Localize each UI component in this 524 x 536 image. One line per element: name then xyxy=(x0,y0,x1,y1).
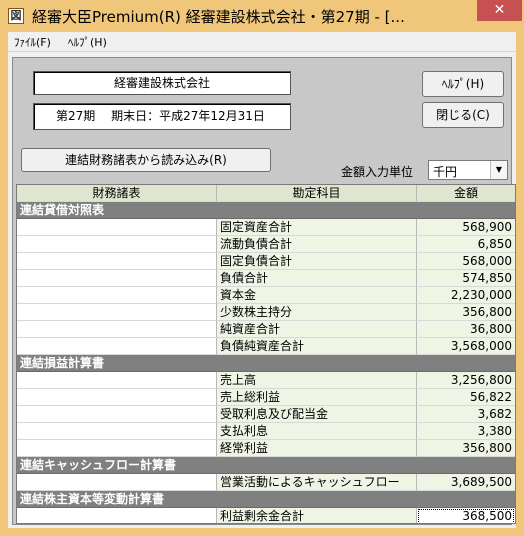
company-name-field: 経審建設株式会社 xyxy=(33,71,291,95)
menu-file[interactable]: ﾌｧｲﾙ(F) xyxy=(14,34,51,50)
account-cell: 売上高 xyxy=(217,372,417,389)
account-cell xyxy=(217,202,417,219)
account-cell: 売上総利益 xyxy=(217,389,417,406)
statement-cell xyxy=(17,287,217,304)
account-cell: 固定資産合計 xyxy=(217,219,417,236)
table-row[interactable]: 少数株主持分 356,800 xyxy=(17,304,515,321)
financial-table[interactable]: 財務諸表 勘定科目 金額 連結貸借対照表 固定資産合計 568,900 流動負債合計 6… xyxy=(16,184,516,524)
client-area: ﾌｧｲﾙ(F) ﾍﾙﾌﾟ(H) 経審建設株式会社 第27期 期末日：平成27年1… xyxy=(8,32,516,528)
table-row[interactable]: 支払利息 3,380 xyxy=(17,423,515,440)
amount-cell[interactable]: 36,800 xyxy=(417,321,515,338)
close-button[interactable]: 閉じる(C) xyxy=(422,102,504,128)
app-icon[interactable]: 図 xyxy=(8,8,24,24)
table-row[interactable]: 営業活動によるキャッシュフロー 3,689,500 xyxy=(17,474,515,491)
statement-cell: 連結キャッシュフロー計算書 xyxy=(17,457,217,474)
help-button[interactable]: ﾍﾙﾌﾟ(H) xyxy=(422,71,504,97)
statement-cell xyxy=(17,508,217,523)
statement-cell xyxy=(17,270,217,287)
table-row[interactable]: 負債純資産合計 3,568,000 xyxy=(17,338,515,355)
table-row[interactable]: 純資産合計 36,800 xyxy=(17,321,515,338)
amount-cell[interactable]: 56,822 xyxy=(417,389,515,406)
unit-select-value: 千円 xyxy=(433,165,458,179)
column-header-account: 勘定科目 xyxy=(217,185,417,202)
account-cell: 営業活動によるキャッシュフロー xyxy=(217,474,417,491)
section-row: 連結キャッシュフロー計算書 xyxy=(17,457,515,474)
section-row: 連結損益計算書 xyxy=(17,355,515,372)
amount-cell[interactable]: 574,850 xyxy=(417,270,515,287)
column-header-statement: 財務諸表 xyxy=(17,185,217,202)
statement-cell xyxy=(17,406,217,423)
amount-cell xyxy=(417,457,515,474)
amount-cell[interactable]: 368,500 xyxy=(417,508,515,523)
statement-cell: 連結貸借対照表 xyxy=(17,202,217,219)
amount-cell[interactable]: 3,380 xyxy=(417,423,515,440)
period-field: 第27期 期末日：平成27年12月31日 xyxy=(33,103,291,130)
account-cell: 少数株主持分 xyxy=(217,304,417,321)
statement-cell xyxy=(17,423,217,440)
account-cell xyxy=(217,355,417,372)
account-cell: 利益剰余金合計 xyxy=(217,508,417,523)
column-header-amount: 金額 xyxy=(417,185,515,202)
statement-cell xyxy=(17,219,217,236)
table-row[interactable]: 固定資産合計 568,900 xyxy=(17,219,515,236)
table-row[interactable]: 資本金 2,230,000 xyxy=(17,287,515,304)
section-row: 連結貸借対照表 xyxy=(17,202,515,219)
menu-help[interactable]: ﾍﾙﾌﾟ(H) xyxy=(68,34,107,50)
amount-cell[interactable]: 3,689,500 xyxy=(417,474,515,491)
amount-cell[interactable]: 6,850 xyxy=(417,236,515,253)
account-cell: 支払利息 xyxy=(217,423,417,440)
window-title: 経審大臣Premium(R) 経審建設株式会社・第27期 - [... xyxy=(32,8,405,26)
account-cell: 資本金 xyxy=(217,287,417,304)
account-cell: 負債合計 xyxy=(217,270,417,287)
statement-cell xyxy=(17,304,217,321)
amount-cell[interactable]: 3,256,800 xyxy=(417,372,515,389)
amount-cell xyxy=(417,491,515,508)
app-window: 図 経審大臣Premium(R) 経審建設株式会社・第27期 - [... ✕ … xyxy=(0,0,524,536)
account-cell xyxy=(217,491,417,508)
statement-cell: 連結株主資本等変動計算書 xyxy=(17,491,217,508)
amount-cell[interactable]: 2,230,000 xyxy=(417,287,515,304)
statement-cell xyxy=(17,474,217,491)
statement-cell xyxy=(17,372,217,389)
import-consolidated-button[interactable]: 連結財務諸表から読み込み(R) xyxy=(21,148,271,172)
statement-cell xyxy=(17,253,217,270)
account-cell: 流動負債合計 xyxy=(217,236,417,253)
account-cell: 受取利息及び配当金 xyxy=(217,406,417,423)
amount-cell[interactable]: 356,800 xyxy=(417,440,515,457)
amount-cell xyxy=(417,355,515,372)
amount-cell[interactable]: 568,900 xyxy=(417,219,515,236)
chevron-down-icon[interactable]: ▼ xyxy=(490,161,507,179)
table-row[interactable]: 経常利益 356,800 xyxy=(17,440,515,457)
window-close-button[interactable]: ✕ xyxy=(477,0,522,21)
statement-cell xyxy=(17,338,217,355)
table-row[interactable]: 利益剰余金合計 368,500 xyxy=(17,508,515,523)
statement-cell xyxy=(17,236,217,253)
statement-cell xyxy=(17,440,217,457)
unit-label: 金額入力単位 xyxy=(341,165,414,179)
menu-bar: ﾌｧｲﾙ(F) ﾍﾙﾌﾟ(H) xyxy=(8,32,516,52)
unit-select[interactable]: 千円 ▼ xyxy=(428,160,508,180)
statement-cell xyxy=(17,321,217,338)
account-cell: 負債純資産合計 xyxy=(217,338,417,355)
table-row[interactable]: 売上高 3,256,800 xyxy=(17,372,515,389)
statement-cell: 連結損益計算書 xyxy=(17,355,217,372)
account-cell: 純資産合計 xyxy=(217,321,417,338)
title-bar[interactable]: 図 経審大臣Premium(R) 経審建設株式会社・第27期 - [... ✕ xyxy=(0,0,524,32)
section-row: 連結株主資本等変動計算書 xyxy=(17,491,515,508)
account-cell: 経常利益 xyxy=(217,440,417,457)
amount-cell[interactable]: 356,800 xyxy=(417,304,515,321)
amount-cell[interactable]: 3,568,000 xyxy=(417,338,515,355)
account-cell: 固定負債合計 xyxy=(217,253,417,270)
amount-cell xyxy=(417,202,515,219)
table-row[interactable]: 負債合計 574,850 xyxy=(17,270,515,287)
table-row[interactable]: 受取利息及び配当金 3,682 xyxy=(17,406,515,423)
table-row[interactable]: 売上総利益 56,822 xyxy=(17,389,515,406)
amount-cell[interactable]: 568,000 xyxy=(417,253,515,270)
statement-cell xyxy=(17,389,217,406)
amount-cell[interactable]: 3,682 xyxy=(417,406,515,423)
table-header: 財務諸表 勘定科目 金額 xyxy=(17,185,515,202)
account-cell xyxy=(217,457,417,474)
table-row[interactable]: 固定負債合計 568,000 xyxy=(17,253,515,270)
table-row[interactable]: 流動負債合計 6,850 xyxy=(17,236,515,253)
